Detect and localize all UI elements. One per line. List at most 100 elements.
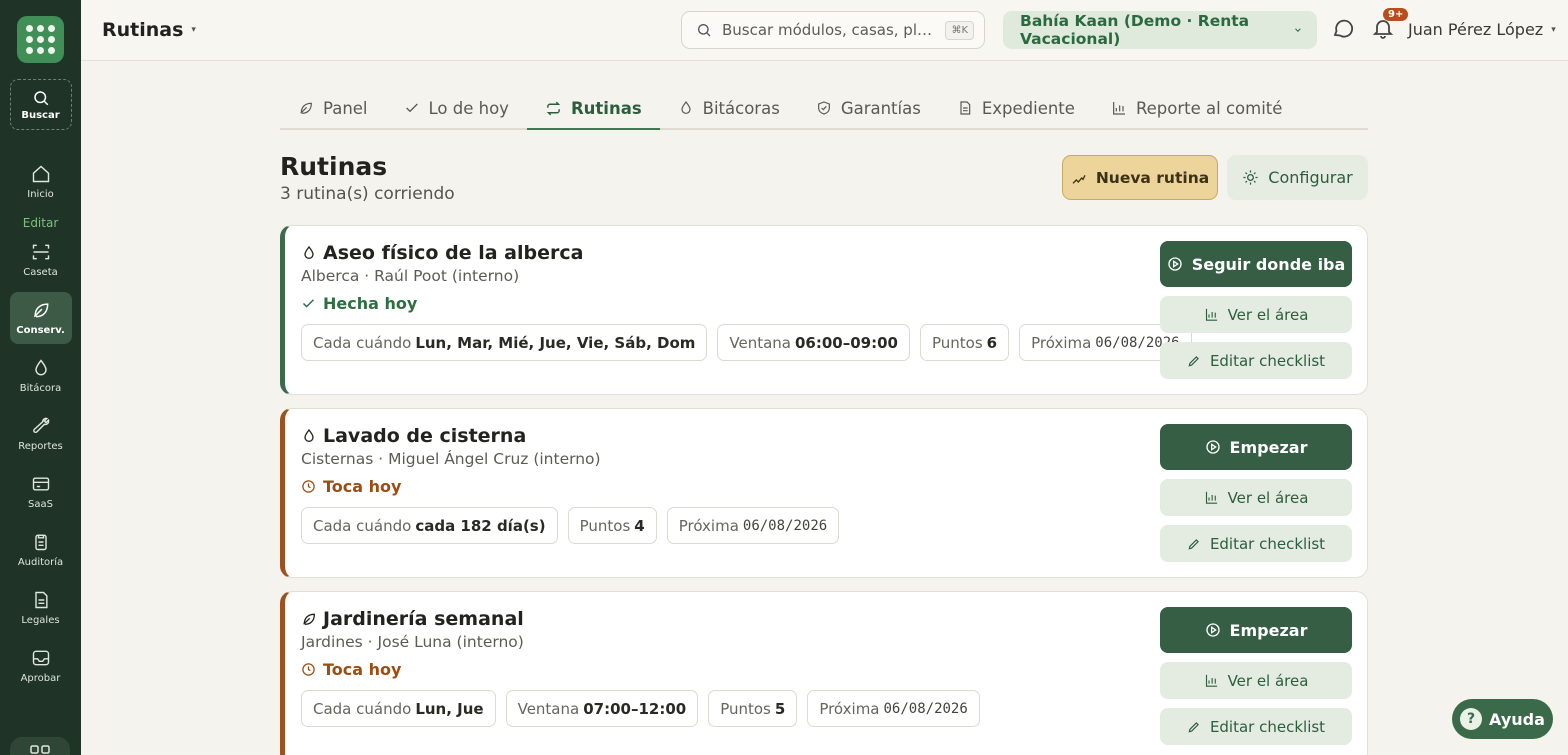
card-icon	[32, 477, 49, 491]
edit-checklist-button[interactable]: Editar checklist	[1160, 525, 1352, 562]
chip-value: 06/08/2026	[883, 700, 968, 717]
pencil-icon	[1188, 538, 1199, 549]
sidebar-item-saas[interactable]: SaaS	[10, 466, 72, 518]
view-area-button[interactable]: Ver el área	[1160, 662, 1352, 699]
frequency-chip: Cada cuándo Lun, Jue	[301, 690, 496, 727]
routine-subtitle: Alberca · Raúl Poot (interno)	[301, 267, 520, 285]
tab-lo-de-hoy[interactable]: Lo de hoy	[386, 88, 527, 128]
window-chip: Ventana 07:00–12:00	[505, 690, 699, 727]
chip-value: 4	[634, 516, 645, 535]
question-icon: ?	[1460, 708, 1483, 730]
routine-chips: Cada cuándo Lun, Mar, Mié, Jue, Vie, Sáb,…	[301, 324, 1192, 361]
chat-button[interactable]	[1331, 16, 1355, 40]
routine-title: Lavado de cisterna	[301, 425, 526, 447]
sidebar-item-conserv[interactable]: Conserv.	[9, 292, 72, 344]
new-routine-button[interactable]: Nueva rutina	[1062, 155, 1218, 200]
clock-icon	[302, 663, 315, 676]
start-button[interactable]: Empezar	[1160, 607, 1352, 653]
notifications-badge: 9+	[1383, 8, 1409, 21]
sidebar-item-label: Caseta	[23, 267, 58, 278]
sidebar-item-label: Bitácora	[19, 383, 62, 394]
continue-button[interactable]: Seguir donde iba	[1160, 241, 1352, 287]
sidebar-item-legales[interactable]: Legales	[10, 582, 72, 634]
property-selector[interactable]: Bahía Kaan (Demo · Renta Vacacional)	[1003, 11, 1317, 49]
chip-label: Puntos	[932, 333, 983, 352]
clipboard-icon	[34, 534, 47, 551]
tab-label: Bitácoras	[702, 98, 780, 118]
routine-title-text: Aseo físico de la alberca	[323, 242, 584, 264]
edit-checklist-label: Editar checklist	[1209, 351, 1326, 370]
sidebar-item-aprobar[interactable]: Aprobar	[10, 640, 72, 692]
sidebar-item-label: SaaS	[28, 499, 53, 510]
points-chip: Puntos 6	[920, 324, 1010, 361]
chip-value: 6	[986, 333, 998, 352]
routine-status-text: Hecha hoy	[323, 294, 418, 313]
configure-button[interactable]: Configurar	[1227, 155, 1368, 200]
shortcut-badge: ⌘K	[945, 20, 974, 40]
view-area-label: Ver el área	[1227, 488, 1309, 507]
routine-status: Toca hoy	[301, 660, 401, 679]
edit-checklist-button[interactable]: Editar checklist	[1160, 342, 1352, 379]
chip-value: 06/08/2026	[742, 517, 828, 534]
chip-label: Próxima	[1031, 333, 1092, 352]
app-grid-logo[interactable]	[17, 16, 64, 63]
sidebar-item-caseta[interactable]: Caseta	[10, 234, 72, 286]
shield-icon	[817, 101, 830, 115]
chip-label: Ventana	[729, 333, 791, 352]
sidebar-item-inicio[interactable]: Inicio	[10, 156, 72, 208]
frequency-chip: Cada cuándo Lun, Mar, Mié, Jue, Vie, Sáb,…	[301, 324, 708, 361]
search-icon	[698, 24, 711, 37]
chevron-down-icon	[1295, 28, 1301, 32]
sidebar-section-editar[interactable]: Editar	[23, 216, 59, 230]
sidebar-item-reportes[interactable]: Reportes	[10, 408, 72, 460]
inbox-icon	[32, 650, 49, 666]
apps-icon	[30, 745, 50, 754]
caret-down-icon: ▾	[191, 25, 196, 35]
view-area-button[interactable]: Ver el área	[1160, 296, 1352, 333]
search-icon	[33, 90, 48, 105]
view-area-label: Ver el área	[1227, 671, 1309, 690]
chip-label: Cada cuándo	[313, 516, 412, 535]
sidebar-item-label: Aprobar	[20, 673, 61, 684]
global-search-input[interactable]: Buscar módulos, casas, placas… ⌘K	[681, 11, 985, 49]
document-icon	[34, 591, 48, 609]
tab-expediente[interactable]: Expediente	[939, 88, 1093, 128]
routine-card: Lavado de cisterna Cisternas · Miguel Án…	[280, 408, 1368, 578]
drop-icon	[681, 101, 691, 114]
tab-label: Rutinas	[570, 98, 642, 118]
edit-checklist-button[interactable]: Editar checklist	[1160, 708, 1352, 745]
tab-panel[interactable]: Panel	[280, 88, 386, 128]
routine-card: Aseo físico de la alberca Alberca · Raúl…	[280, 225, 1368, 395]
tab-label: Expediente	[981, 98, 1075, 118]
routine-card: Jardinería semanal Jardines · José Luna …	[280, 591, 1368, 755]
wrench-icon	[32, 417, 49, 433]
check-icon	[302, 299, 315, 308]
page-title-dropdown[interactable]: Rutinas ▾	[102, 19, 196, 41]
repeat-icon	[546, 101, 561, 115]
tab-reporte-al-comite[interactable]: Reporte al comité	[1093, 88, 1300, 128]
chip-value: cada 182 día(s)	[415, 516, 546, 535]
start-label: Empezar	[1229, 437, 1308, 457]
sidebar-item-bitacora[interactable]: Bitácora	[10, 350, 72, 402]
sidebar: Buscar Inicio Editar Caseta Conserv. Bit…	[0, 0, 81, 755]
routine-subtitle: Cisternas · Miguel Ángel Cruz (interno)	[301, 450, 601, 468]
tab-label: Garantías	[840, 98, 921, 118]
sidebar-item-auditoria[interactable]: Auditoría	[10, 524, 72, 576]
sidebar-item-label: Reportes	[18, 441, 63, 452]
chip-value: 5	[774, 699, 786, 718]
help-button[interactable]: ? Ayuda	[1452, 699, 1553, 739]
frequency-chip: Cada cuándo cada 182 día(s)	[301, 507, 558, 544]
sidebar-more-button[interactable]	[10, 737, 70, 755]
tab-rutinas[interactable]: Rutinas	[526, 88, 660, 130]
leaf-icon	[33, 303, 48, 318]
caret-down-icon: ▾	[1551, 24, 1556, 35]
trend-icon	[1072, 174, 1086, 184]
tab-garantias[interactable]: Garantías	[798, 88, 939, 128]
start-button[interactable]: Empezar	[1160, 424, 1352, 470]
sidebar-search-button[interactable]: Buscar	[9, 79, 72, 130]
user-menu[interactable]: Juan Pérez López ▾	[1408, 20, 1556, 39]
routine-status: Toca hoy	[301, 477, 401, 496]
tab-bitacoras[interactable]: Bitácoras	[660, 88, 798, 128]
view-area-button[interactable]: Ver el área	[1160, 479, 1352, 516]
sidebar-item-label: Legales	[21, 615, 60, 626]
